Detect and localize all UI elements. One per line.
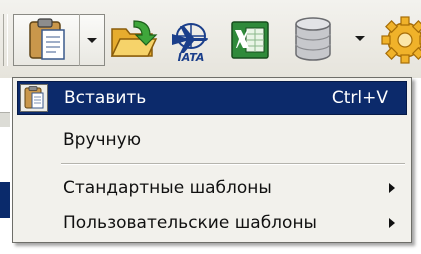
paste-dropdown-toggle[interactable] bbox=[79, 14, 105, 66]
iata-button[interactable]: IATA bbox=[166, 18, 216, 64]
database-icon bbox=[295, 17, 331, 61]
menu-item-standard-templates[interactable]: Стандартные шаблоны bbox=[17, 171, 407, 205]
iata-logo-text: IATA bbox=[178, 51, 205, 64]
menu-item-shortcut: Ctrl+V bbox=[331, 88, 388, 108]
database-dropdown-toggle[interactable] bbox=[352, 30, 368, 46]
menu-item-manual[interactable]: Вручную bbox=[17, 123, 407, 157]
underlying-selected-row bbox=[0, 182, 10, 218]
menu-separator bbox=[61, 163, 405, 165]
settings-button[interactable] bbox=[380, 14, 421, 66]
paste-dropdown-menu: Вставить Ctrl+V Вручную Стандартные шабл… bbox=[12, 77, 412, 243]
chevron-down-icon bbox=[87, 38, 97, 43]
menu-item-user-templates[interactable]: Пользовательские шаблоны bbox=[17, 206, 407, 240]
open-folder-button[interactable] bbox=[108, 15, 158, 63]
menu-item-label: Вручную bbox=[63, 130, 142, 150]
excel-button[interactable] bbox=[228, 18, 272, 62]
excel-icon bbox=[231, 21, 269, 59]
menu-icon-frame bbox=[20, 84, 48, 112]
screen: IATA Вставить Ctrl+V Вручную Стандартные… bbox=[0, 0, 421, 254]
paste-button[interactable] bbox=[22, 17, 72, 63]
menu-item-label: Вставить bbox=[64, 88, 147, 108]
toolbar: IATA bbox=[0, 0, 421, 78]
menu-item-label: Пользовательские шаблоны bbox=[63, 213, 317, 233]
menu-item-label: Стандартные шаблоны bbox=[63, 178, 272, 198]
menu-item-paste[interactable]: Вставить Ctrl+V bbox=[17, 81, 407, 115]
chevron-down-icon bbox=[355, 36, 365, 41]
chevron-right-icon bbox=[389, 183, 395, 193]
iata-logo-icon: IATA bbox=[172, 23, 208, 64]
chevron-right-icon bbox=[389, 218, 395, 228]
clipboard-icon bbox=[29, 18, 65, 60]
underlying-window-edge bbox=[0, 112, 10, 127]
folder-open-icon bbox=[110, 20, 158, 57]
gear-icon bbox=[381, 16, 421, 64]
clipboard-icon bbox=[24, 86, 44, 109]
database-button[interactable] bbox=[290, 14, 336, 64]
toolbar-separator bbox=[3, 14, 8, 66]
